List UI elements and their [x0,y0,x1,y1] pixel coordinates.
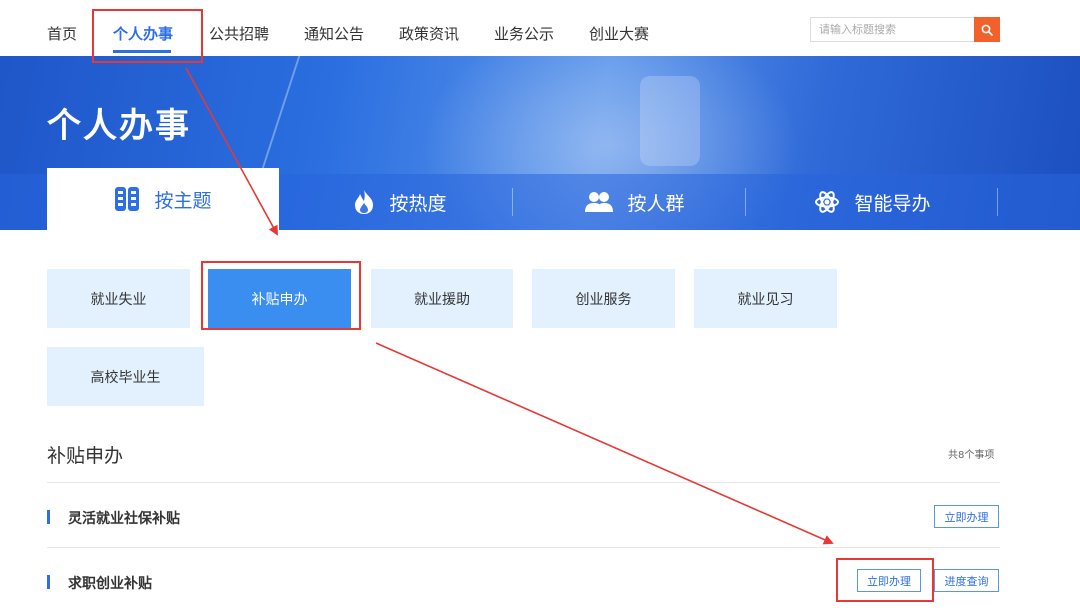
tab-separator [512,188,513,216]
list-item-marker [47,575,50,589]
section-title: 补贴申办 [47,445,124,467]
tab-label: 按人群 [627,192,685,215]
divider [47,547,1000,548]
nav-item-notices[interactable]: 通知公告 [304,24,364,44]
nav-item-home[interactable]: 首页 [47,24,77,44]
category-startup-service[interactable]: 创业服务 [532,269,675,328]
search-input[interactable] [810,17,974,42]
nav-item-business-publicity[interactable]: 业务公示 [494,24,554,44]
nav-item-policy-news[interactable]: 政策资讯 [399,24,459,44]
atom-icon [815,191,840,213]
list-item-label: 灵活就业社保补贴 [68,511,180,527]
annotation-arrow [375,342,834,545]
category-tab-bar: 按主题 按热度 按人群 智能导办 [0,168,1080,230]
banner: 个人办事 按主题 按热度 按人群 智能导办 [0,56,1080,230]
page-title: 个人办事 [47,106,191,146]
list-item-label: 求职创业补贴 [68,576,152,592]
search-button[interactable] [974,17,1000,42]
nav-item-public-recruitment[interactable]: 公共招聘 [209,24,269,44]
progress-query-button[interactable]: 进度查询 [934,569,999,592]
tab-label: 按主题 [154,189,212,212]
category-internship[interactable]: 就业见习 [694,269,837,328]
tab-smart-guide[interactable]: 智能导办 [765,174,980,230]
category-college-graduates[interactable]: 高校毕业生 [47,347,204,406]
tab-separator [745,188,746,216]
annotation-highlight-box [836,558,934,602]
flame-icon [355,190,374,214]
tab-label: 智能导办 [854,192,931,215]
annotation-highlight-box [92,9,203,63]
item-count: 共8个事项 [948,450,995,461]
list-item-marker [47,510,50,524]
tab-by-popularity[interactable]: 按热度 [300,174,500,230]
tab-by-group[interactable]: 按人群 [530,174,740,230]
banner-decoration [640,76,700,166]
people-icon [585,192,614,212]
grid-icon [115,187,140,211]
apply-now-button[interactable]: 立即办理 [934,505,999,528]
tab-separator [997,188,998,216]
category-employment-assistance[interactable]: 就业援助 [371,269,513,328]
nav-item-startup-contest[interactable]: 创业大赛 [589,24,649,44]
tab-label: 按热度 [389,192,447,215]
tab-by-theme[interactable]: 按主题 [47,168,279,230]
category-employment-unemployment[interactable]: 就业失业 [47,269,190,328]
search-icon [981,24,993,36]
annotation-highlight-box [201,261,361,330]
divider [47,482,1000,483]
